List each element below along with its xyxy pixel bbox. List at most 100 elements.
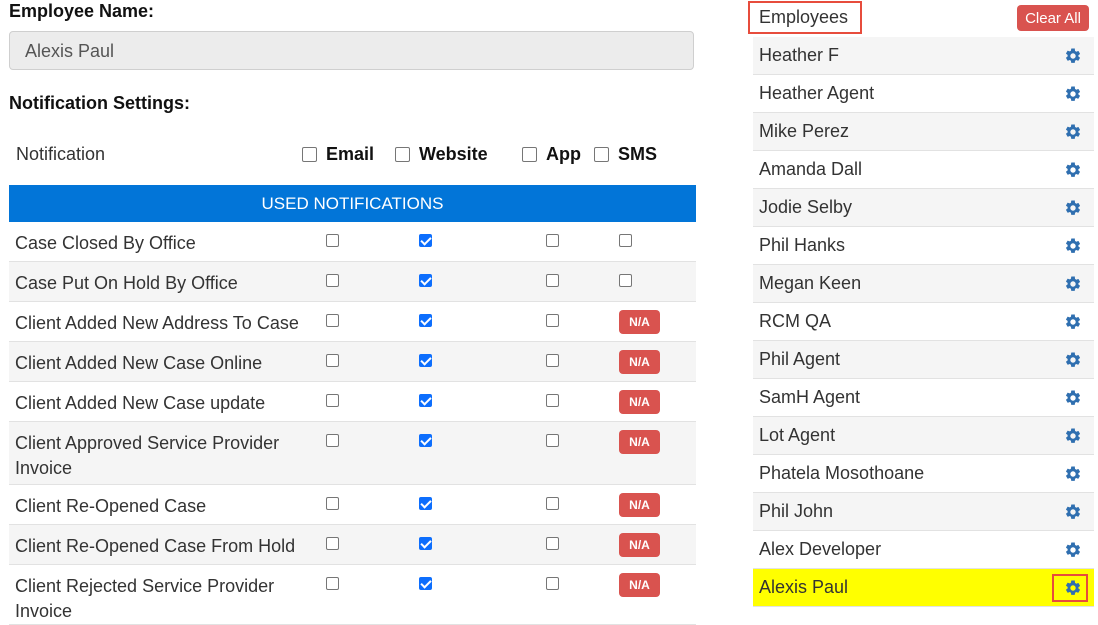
- email-checkbox[interactable]: [326, 537, 339, 550]
- employee-name: Phil Hanks: [759, 235, 846, 255]
- website-header-label: Website: [419, 143, 488, 164]
- notification-name: Case Closed By Office: [15, 233, 196, 253]
- email-checkbox[interactable]: [326, 274, 339, 287]
- gear-icon[interactable]: [1064, 503, 1082, 521]
- website-checkbox[interactable]: [419, 537, 432, 550]
- clear-all-button[interactable]: Clear All: [1017, 5, 1089, 31]
- sms-na-badge: N/A: [619, 493, 660, 517]
- sms-na-badge: N/A: [619, 310, 660, 334]
- email-checkbox[interactable]: [326, 434, 339, 447]
- gear-icon[interactable]: [1064, 275, 1082, 293]
- app-checkbox[interactable]: [546, 274, 559, 287]
- gear-icon[interactable]: [1064, 427, 1082, 445]
- website-checkbox[interactable]: [419, 394, 432, 407]
- app-checkbox[interactable]: [546, 234, 559, 247]
- sms-na-badge: N/A: [619, 533, 660, 557]
- employee-name: Heather Agent: [759, 83, 875, 103]
- employee-name: Alex Developer: [759, 539, 882, 559]
- sms-na-badge: N/A: [619, 573, 660, 597]
- employee-row[interactable]: Phil John: [753, 493, 1094, 531]
- employee-name: Phatela Mosothoane: [759, 463, 925, 483]
- employee-row[interactable]: Jodie Selby: [753, 189, 1094, 227]
- gear-icon[interactable]: [1064, 161, 1082, 179]
- notification-name: Case Put On Hold By Office: [15, 273, 238, 293]
- email-all-checkbox[interactable]: [302, 146, 317, 162]
- gear-icon[interactable]: [1064, 47, 1082, 65]
- gear-icon[interactable]: [1064, 123, 1082, 141]
- gear-icon[interactable]: [1064, 465, 1082, 483]
- employee-row[interactable]: Phil Agent: [753, 341, 1094, 379]
- gear-icon[interactable]: [1064, 579, 1082, 597]
- sms-checkbox[interactable]: [619, 274, 632, 287]
- employee-row[interactable]: Heather F: [753, 37, 1094, 75]
- employee-row[interactable]: Megan Keen: [753, 265, 1094, 303]
- employee-name: Phil John: [759, 501, 834, 521]
- employee-name: SamH Agent: [759, 387, 861, 407]
- gear-icon[interactable]: [1064, 237, 1082, 255]
- employee-row[interactable]: SamH Agent: [753, 379, 1094, 417]
- notification-row: Client Added New Case Online N/A: [9, 342, 696, 382]
- gear-icon[interactable]: [1064, 313, 1082, 331]
- notification-row: Client Rejected Service Provider Invoice…: [9, 565, 696, 625]
- email-header-label: Email: [326, 143, 375, 164]
- gear-icon[interactable]: [1064, 85, 1082, 103]
- notification-name: Client Added New Case update: [15, 393, 266, 413]
- employee-row[interactable]: Phatela Mosothoane: [753, 455, 1094, 493]
- website-checkbox[interactable]: [419, 274, 432, 287]
- website-checkbox[interactable]: [419, 354, 432, 367]
- employee-row[interactable]: Mike Perez: [753, 113, 1094, 151]
- employee-name: Megan Keen: [759, 273, 862, 293]
- employee-row[interactable]: Alexis Paul: [753, 569, 1094, 607]
- employee-row[interactable]: Amanda Dall: [753, 151, 1094, 189]
- email-checkbox[interactable]: [326, 577, 339, 590]
- sms-header-label: SMS: [618, 143, 658, 164]
- notification-name: Client Added New Case Online: [15, 353, 263, 373]
- employee-row[interactable]: Phil Hanks: [753, 227, 1094, 265]
- website-checkbox[interactable]: [419, 314, 432, 327]
- sms-all-checkbox[interactable]: [594, 146, 609, 162]
- sms-na-badge: N/A: [619, 390, 660, 414]
- notification-name: Client Re-Opened Case: [15, 496, 207, 516]
- app-checkbox[interactable]: [546, 394, 559, 407]
- notification-row: Client Added New Address To Case N/A: [9, 302, 696, 342]
- website-checkbox[interactable]: [419, 434, 432, 447]
- sms-checkbox[interactable]: [619, 234, 632, 247]
- app-checkbox[interactable]: [546, 577, 559, 590]
- email-checkbox[interactable]: [326, 314, 339, 327]
- notification-row: Client Re-Opened Case N/A: [9, 485, 696, 525]
- employee-name: Alexis Paul: [759, 577, 849, 597]
- notification-column-label: Notification: [16, 144, 106, 164]
- employee-row[interactable]: RCM QA: [753, 303, 1094, 341]
- website-checkbox[interactable]: [419, 497, 432, 510]
- employee-name-label: Employee Name:: [9, 1, 155, 21]
- gear-icon[interactable]: [1064, 199, 1082, 217]
- website-checkbox[interactable]: [419, 234, 432, 247]
- employee-name: Amanda Dall: [759, 159, 863, 179]
- email-checkbox[interactable]: [326, 394, 339, 407]
- email-checkbox[interactable]: [326, 354, 339, 367]
- app-checkbox[interactable]: [546, 434, 559, 447]
- employee-name-field[interactable]: Alexis Paul: [9, 31, 694, 70]
- employee-row[interactable]: Heather Agent: [753, 75, 1094, 113]
- app-checkbox[interactable]: [546, 497, 559, 510]
- email-checkbox[interactable]: [326, 497, 339, 510]
- app-checkbox[interactable]: [546, 537, 559, 550]
- gear-icon[interactable]: [1064, 541, 1082, 559]
- employee-name: Mike Perez: [759, 121, 850, 141]
- app-checkbox[interactable]: [546, 354, 559, 367]
- employee-row[interactable]: Alex Developer: [753, 531, 1094, 569]
- gear-icon[interactable]: [1064, 351, 1082, 369]
- notification-row: Case Closed By Office: [9, 222, 696, 262]
- employee-row[interactable]: Lot Agent: [753, 417, 1094, 455]
- website-header-toggle: Website: [395, 143, 488, 165]
- app-all-checkbox[interactable]: [522, 146, 537, 162]
- app-checkbox[interactable]: [546, 314, 559, 327]
- website-all-checkbox[interactable]: [395, 146, 410, 162]
- gear-icon[interactable]: [1064, 389, 1082, 407]
- used-notifications-header: USED NOTIFICATIONS: [9, 185, 696, 222]
- notification-name: Client Approved Service Provider Invoice: [15, 433, 280, 478]
- employee-name: Phil Agent: [759, 349, 841, 369]
- email-checkbox[interactable]: [326, 234, 339, 247]
- website-checkbox[interactable]: [419, 577, 432, 590]
- notification-name: Client Rejected Service Provider Invoice: [15, 576, 275, 621]
